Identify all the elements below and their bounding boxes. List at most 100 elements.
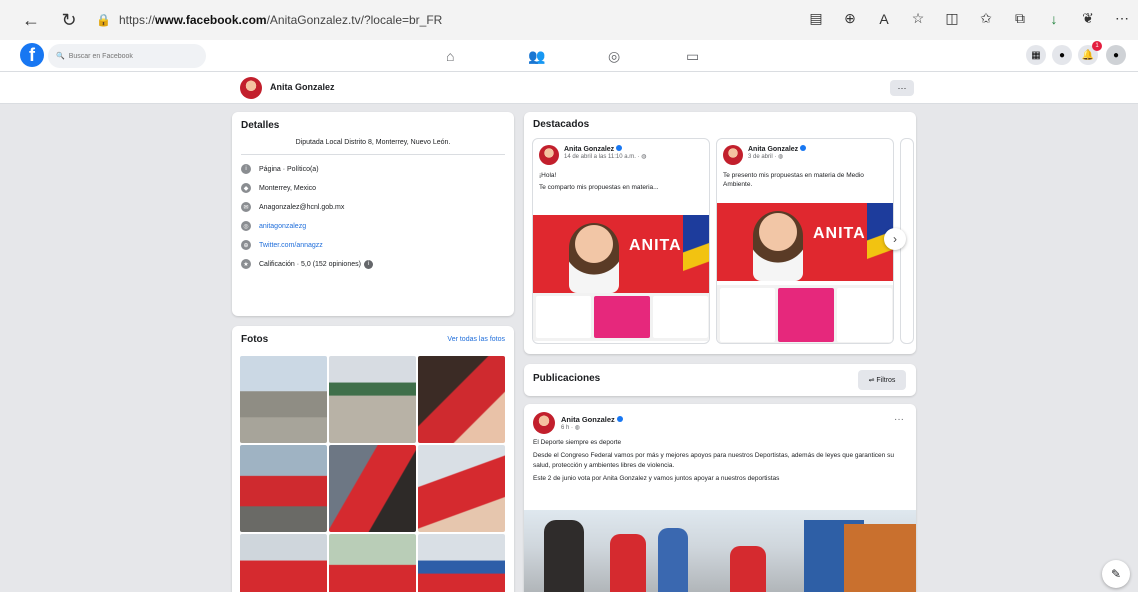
photo-thumbnail[interactable] [418, 356, 505, 443]
post-avatar[interactable] [539, 145, 559, 165]
favorites-icon[interactable]: ✩ [978, 10, 994, 27]
lock-icon[interactable]: 🔒 [96, 13, 111, 27]
post-line-1: El Deporte siempre es deporte [533, 439, 622, 446]
search-input[interactable] [68, 52, 189, 60]
verified-icon [616, 145, 623, 151]
post-time[interactable]: 14 de abril a las 11:10 a.m. · [564, 154, 641, 160]
post-more-icon[interactable]: ··· [894, 414, 904, 425]
post-author[interactable]: Anita Gonzalez [748, 146, 798, 153]
refresh-icon[interactable]: ↻ [56, 7, 82, 33]
post-author[interactable]: Anita Gonzalez [564, 146, 614, 153]
post-line-3: Este 2 de junio vota por Anita Gonzalez … [533, 475, 780, 483]
featured-post[interactable]: Anita Gonzalez 3 de abril · ◍ Te present… [716, 138, 894, 344]
featured-card: Destacados Anita Gonzalez 14 de abril a … [524, 112, 916, 354]
more-options-button[interactable]: ··· [890, 80, 914, 96]
post-avatar[interactable] [533, 412, 555, 434]
page-bio: Diputada Local Distrito 8, Monterrey, Nu… [241, 139, 505, 155]
post-time[interactable]: 6 h · [561, 425, 575, 431]
campaign-image[interactable]: ANITA [533, 215, 709, 293]
detail-row-instagram[interactable]: ◎ anitagonzalezg [241, 221, 505, 231]
globe-icon: ◍ [778, 154, 784, 160]
photo-thumbnail[interactable] [240, 534, 327, 592]
profile-avatar[interactable]: ● [1106, 45, 1126, 65]
featured-post[interactable]: Anita Gonzalez 14 de abril a las 11:10 a… [532, 138, 710, 344]
collections-icon[interactable]: ⧉ [1012, 10, 1028, 27]
browser-toolbar: ← ↻ 🔒 https://www.facebook.com/AnitaGonz… [0, 0, 1138, 40]
publications-header: Publicaciones ⇌ Filtros [524, 364, 916, 396]
post-text: Te presento mis propuestas en materia de… [723, 172, 864, 189]
split-icon[interactable]: ◫ [944, 10, 960, 27]
info-circle-icon[interactable]: i [363, 259, 373, 269]
candidate-photo [569, 223, 619, 293]
messenger-icon[interactable]: ● [1052, 45, 1072, 65]
compose-icon[interactable]: ✎ [1102, 560, 1130, 588]
campaign-image[interactable]: ANITA [717, 203, 893, 281]
globe-icon: ◍ [641, 154, 647, 160]
read-aloud-icon[interactable]: A [876, 11, 892, 27]
photo-thumbnail[interactable] [329, 534, 416, 592]
post-text-2: Te comparto mis propuestas en materia... [539, 184, 659, 192]
gaming-icon[interactable]: ▭ [686, 48, 699, 65]
photos-card: Fotos Ver todas las fotos [232, 326, 514, 592]
email-icon: ✉ [241, 202, 251, 212]
brochure-image[interactable] [717, 285, 893, 343]
globe-icon: ◍ [574, 425, 580, 431]
photo-thumbnail[interactable] [329, 356, 416, 443]
campaign-stripe [683, 215, 709, 293]
search-box[interactable]: 🔍 [48, 44, 206, 68]
favorite-icon[interactable]: ☆ [910, 10, 926, 27]
detail-row-website[interactable]: ⊕ Twitter.com/annagzz [241, 240, 505, 250]
verified-icon [800, 145, 807, 151]
post-text: ¡Hola! [539, 172, 557, 179]
notifications-icon[interactable]: 🔔 1 [1078, 41, 1102, 65]
campaign-brand: ANITA [629, 237, 682, 254]
friends-icon[interactable]: 👥 [528, 48, 545, 65]
campaign-brand: ANITA [813, 225, 866, 242]
extensions-icon[interactable]: ❦ [1080, 10, 1096, 27]
photo-grid [240, 356, 505, 592]
post-avatar[interactable] [723, 145, 743, 165]
url-path: /AnitaGonzalez.tv/?locale=br_FR [266, 13, 443, 27]
post-time[interactable]: 3 de abril · [748, 154, 778, 160]
details-card: Detalles Diputada Local Distrito 8, Mont… [232, 112, 514, 316]
menu-icon[interactable]: ▦ [1026, 45, 1046, 65]
page-header-strip: Anita Gonzalez ··· [0, 72, 1138, 104]
photo-thumbnail[interactable] [240, 356, 327, 443]
groups-icon[interactable]: ◎ [608, 48, 620, 65]
brochure-image[interactable] [533, 293, 709, 341]
photo-thumbnail[interactable] [240, 445, 327, 532]
photo-thumbnail[interactable] [329, 445, 416, 532]
page-name[interactable]: Anita Gonzalez [270, 82, 335, 92]
page-avatar[interactable] [240, 77, 262, 99]
detail-row-rating: ★ Calificación · 5,0 (152 opiniones) i [241, 259, 505, 269]
candidate-photo [753, 211, 803, 281]
downloads-icon[interactable]: ↓ [1046, 11, 1062, 27]
back-icon[interactable]: ← [18, 7, 44, 33]
post-card: Anita Gonzalez 6 h · ◍ ··· El Deporte si… [524, 404, 916, 592]
photo-thumbnail[interactable] [418, 445, 505, 532]
instagram-icon: ◎ [241, 221, 251, 231]
filters-button[interactable]: ⇌ Filtros [858, 370, 906, 390]
filters-label: Filtros [876, 376, 896, 384]
next-arrow-icon[interactable]: › [884, 228, 906, 250]
photo-thumbnail[interactable] [418, 534, 505, 592]
featured-title: Destacados [533, 119, 590, 130]
zoom-icon[interactable]: ⊕ [842, 10, 858, 27]
more-icon[interactable]: ⋯ [1114, 10, 1130, 27]
detail-row-category: i Página · Político(a) [241, 164, 505, 174]
reader-icon[interactable]: ▤ [808, 10, 824, 27]
facebook-header: f 🔍 ⌂ 👥 ◎ ▭ ▦ ● 🔔1 ● [0, 40, 1138, 72]
info-icon: i [241, 164, 251, 174]
rating-icon: ★ [241, 259, 251, 269]
notification-badge: 1 [1092, 41, 1102, 51]
web-icon: ⊕ [241, 240, 251, 250]
home-icon[interactable]: ⌂ [446, 48, 454, 64]
post-author[interactable]: Anita Gonzalez [561, 415, 615, 424]
see-all-photos-link[interactable]: Ver todas las fotos [447, 336, 505, 343]
post-image[interactable] [524, 510, 916, 592]
verified-icon [616, 416, 623, 422]
facebook-logo-icon[interactable]: f [20, 43, 44, 67]
filter-icon: ⇌ [868, 377, 877, 384]
url-domain: www.facebook.com [154, 13, 267, 27]
detail-row-email[interactable]: ✉ Anagonzalez@hcnl.gob.mx [241, 202, 505, 212]
